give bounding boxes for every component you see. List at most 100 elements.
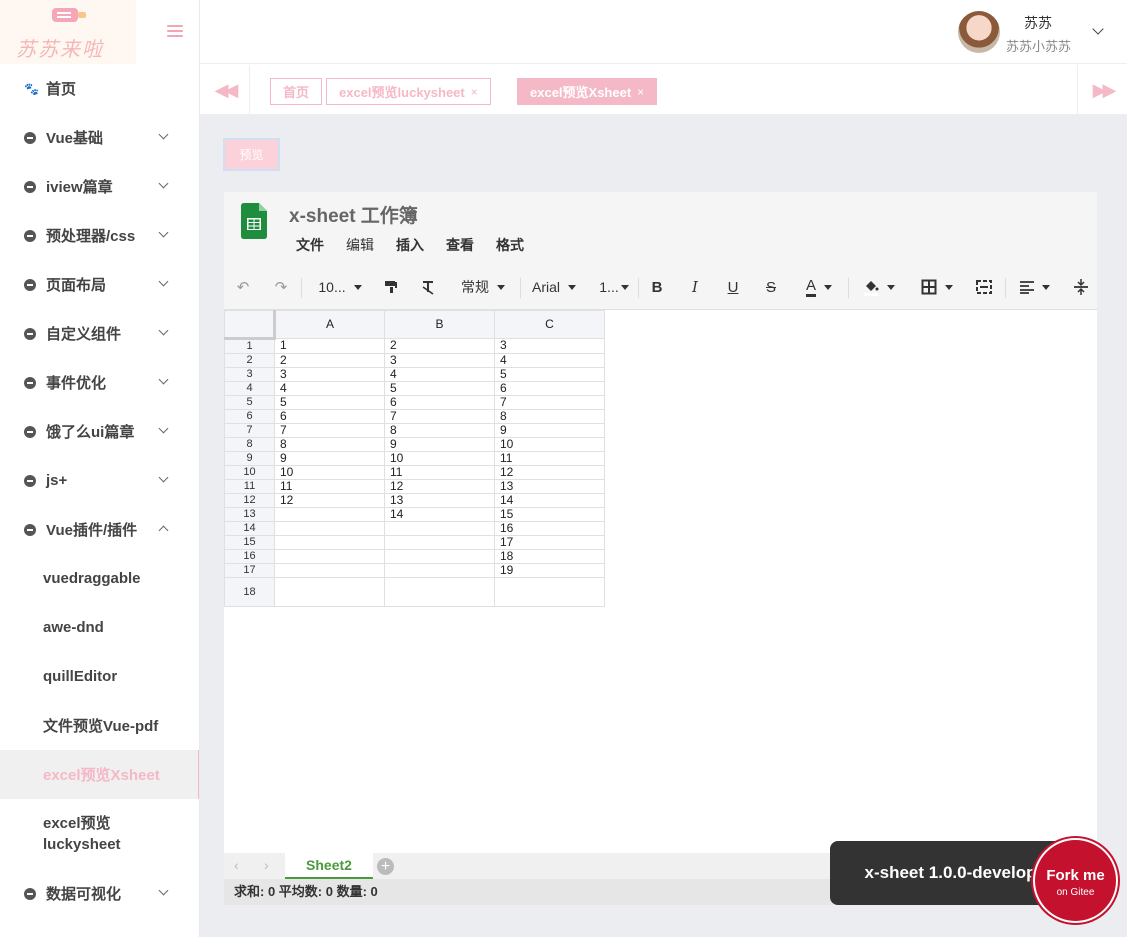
close-icon[interactable]: × (471, 85, 478, 99)
close-icon[interactable]: × (637, 85, 644, 99)
cell[interactable]: 10 (274, 465, 385, 480)
cell[interactable]: 11 (384, 465, 495, 480)
menu-edit[interactable]: 编辑 (346, 235, 374, 255)
text-color-button[interactable]: A (798, 264, 840, 310)
cell[interactable]: 9 (384, 437, 495, 452)
sidebar-item-custom-components[interactable]: 自定义组件 (0, 309, 199, 358)
sidebar-item-event-optimization[interactable]: 事件优化 (0, 358, 199, 407)
tab-home[interactable]: 首页 (270, 78, 323, 105)
cell[interactable]: 8 (274, 437, 385, 452)
cell[interactable]: 9 (274, 451, 385, 466)
cell[interactable] (384, 521, 495, 536)
row-header[interactable]: 2 (224, 353, 275, 368)
underline-button[interactable]: U (723, 264, 743, 310)
cell[interactable]: 14 (384, 507, 495, 522)
sidebar-item-data-visualization[interactable]: 数据可视化 (0, 869, 199, 918)
cell[interactable]: 12 (384, 479, 495, 494)
menu-toggle-icon[interactable] (167, 25, 183, 39)
cell[interactable] (384, 535, 495, 550)
chevron-right-icon[interactable]: › (264, 857, 269, 873)
cell[interactable]: 11 (274, 479, 385, 494)
row-header[interactable]: 4 (224, 381, 275, 396)
sidebar-subitem-xsheet[interactable]: excel预览Xsheet (0, 750, 199, 799)
cell[interactable]: 6 (494, 381, 605, 396)
cell[interactable]: 17 (494, 535, 605, 550)
cell[interactable]: 8 (384, 423, 495, 438)
sidebar-item-home[interactable]: 🐾 首页 (0, 64, 199, 113)
avatar[interactable] (958, 11, 1000, 53)
menu-insert[interactable]: 插入 (396, 235, 424, 255)
row-header[interactable]: 8 (224, 437, 275, 452)
column-header[interactable]: B (384, 310, 495, 339)
row-header[interactable]: 1 (224, 338, 275, 354)
cell[interactable] (274, 549, 385, 564)
cell[interactable]: 4 (494, 353, 605, 368)
column-header[interactable]: A (274, 310, 385, 339)
cell-grid[interactable]: A B C 1 1 2 3 2 2 3 4 3 3 4 5 4 4 5 6 5 5 6 7 6 6 7 8 7 7 8 9 8 8 9 10 9… (224, 310, 605, 607)
strikethrough-button[interactable]: S (761, 264, 781, 310)
cell[interactable]: 2 (274, 353, 385, 368)
cell[interactable]: 11 (494, 451, 605, 466)
cell[interactable]: 12 (274, 493, 385, 508)
menu-file[interactable]: 文件 (296, 235, 324, 255)
cell[interactable] (384, 563, 495, 578)
cell[interactable]: 15 (494, 507, 605, 522)
italic-button[interactable]: I (685, 264, 705, 310)
sidebar-item-preprocessor[interactable]: 预处理器/css (0, 211, 199, 260)
tabs-next-button[interactable]: ▶▶ (1077, 65, 1127, 115)
menu-view[interactable]: 查看 (446, 235, 474, 255)
fork-me-badge[interactable]: Fork me on Gitee (1033, 838, 1118, 923)
cell[interactable]: 2 (384, 338, 495, 354)
cell[interactable]: 13 (494, 479, 605, 494)
cell[interactable] (494, 577, 605, 607)
cell[interactable]: 12 (494, 465, 605, 480)
row-header[interactable]: 10 (224, 465, 275, 480)
font-size-select[interactable]: 1... (596, 264, 632, 310)
select-all-corner[interactable] (224, 310, 276, 340)
cell[interactable] (274, 563, 385, 578)
sidebar-item-js-plus[interactable]: js+ (0, 456, 199, 505)
row-header[interactable]: 15 (224, 535, 275, 550)
cell[interactable]: 1 (274, 338, 385, 354)
cell[interactable]: 9 (494, 423, 605, 438)
cell[interactable]: 19 (494, 563, 605, 578)
row-header[interactable]: 17 (224, 563, 275, 578)
row-header[interactable]: 12 (224, 493, 275, 508)
paint-format-button[interactable] (381, 264, 401, 310)
chevron-left-icon[interactable]: ‹ (234, 857, 239, 873)
merge-cells-button[interactable] (974, 264, 994, 310)
row-header[interactable]: 13 (224, 507, 275, 522)
borders-button[interactable] (917, 264, 957, 310)
sheet-tab[interactable]: Sheet2 (285, 853, 373, 879)
sidebar-subitem-luckysheet[interactable]: excel预览 luckysheet (0, 799, 199, 869)
cell[interactable]: 5 (274, 395, 385, 410)
cell[interactable]: 8 (494, 409, 605, 424)
vertical-align-button[interactable] (1071, 264, 1091, 310)
tabs-prev-button[interactable]: ◀◀ (200, 65, 250, 115)
cell[interactable]: 6 (274, 409, 385, 424)
sidebar-item-vue-basics[interactable]: Vue基础 (0, 113, 199, 162)
sidebar-item-layout[interactable]: 页面布局 (0, 260, 199, 309)
font-family-select[interactable]: Arial (527, 264, 581, 310)
logo[interactable]: 苏苏来啦 (0, 0, 136, 64)
tab-xsheet[interactable]: excel预览Xsheet × (517, 78, 658, 105)
menu-format[interactable]: 格式 (496, 235, 524, 255)
bold-button[interactable]: B (647, 264, 667, 310)
cell[interactable]: 10 (494, 437, 605, 452)
cell[interactable] (274, 535, 385, 550)
column-header[interactable]: C (494, 310, 605, 339)
chevron-down-icon[interactable] (1092, 23, 1104, 35)
sidebar-subitem-quilleditor[interactable]: quillEditor (0, 652, 199, 701)
cell[interactable]: 7 (494, 395, 605, 410)
add-sheet-button[interactable]: + (377, 858, 394, 875)
sidebar-item-element-ui[interactable]: 饿了么ui篇章 (0, 407, 199, 456)
align-button[interactable] (1014, 264, 1056, 310)
row-header[interactable]: 5 (224, 395, 275, 410)
cell[interactable]: 3 (494, 338, 605, 354)
cell[interactable]: 16 (494, 521, 605, 536)
cell[interactable]: 3 (274, 367, 385, 382)
fill-color-button[interactable] (858, 264, 900, 310)
cell[interactable]: 14 (494, 493, 605, 508)
cell[interactable] (384, 577, 495, 607)
sidebar-item-iview[interactable]: iview篇章 (0, 162, 199, 211)
